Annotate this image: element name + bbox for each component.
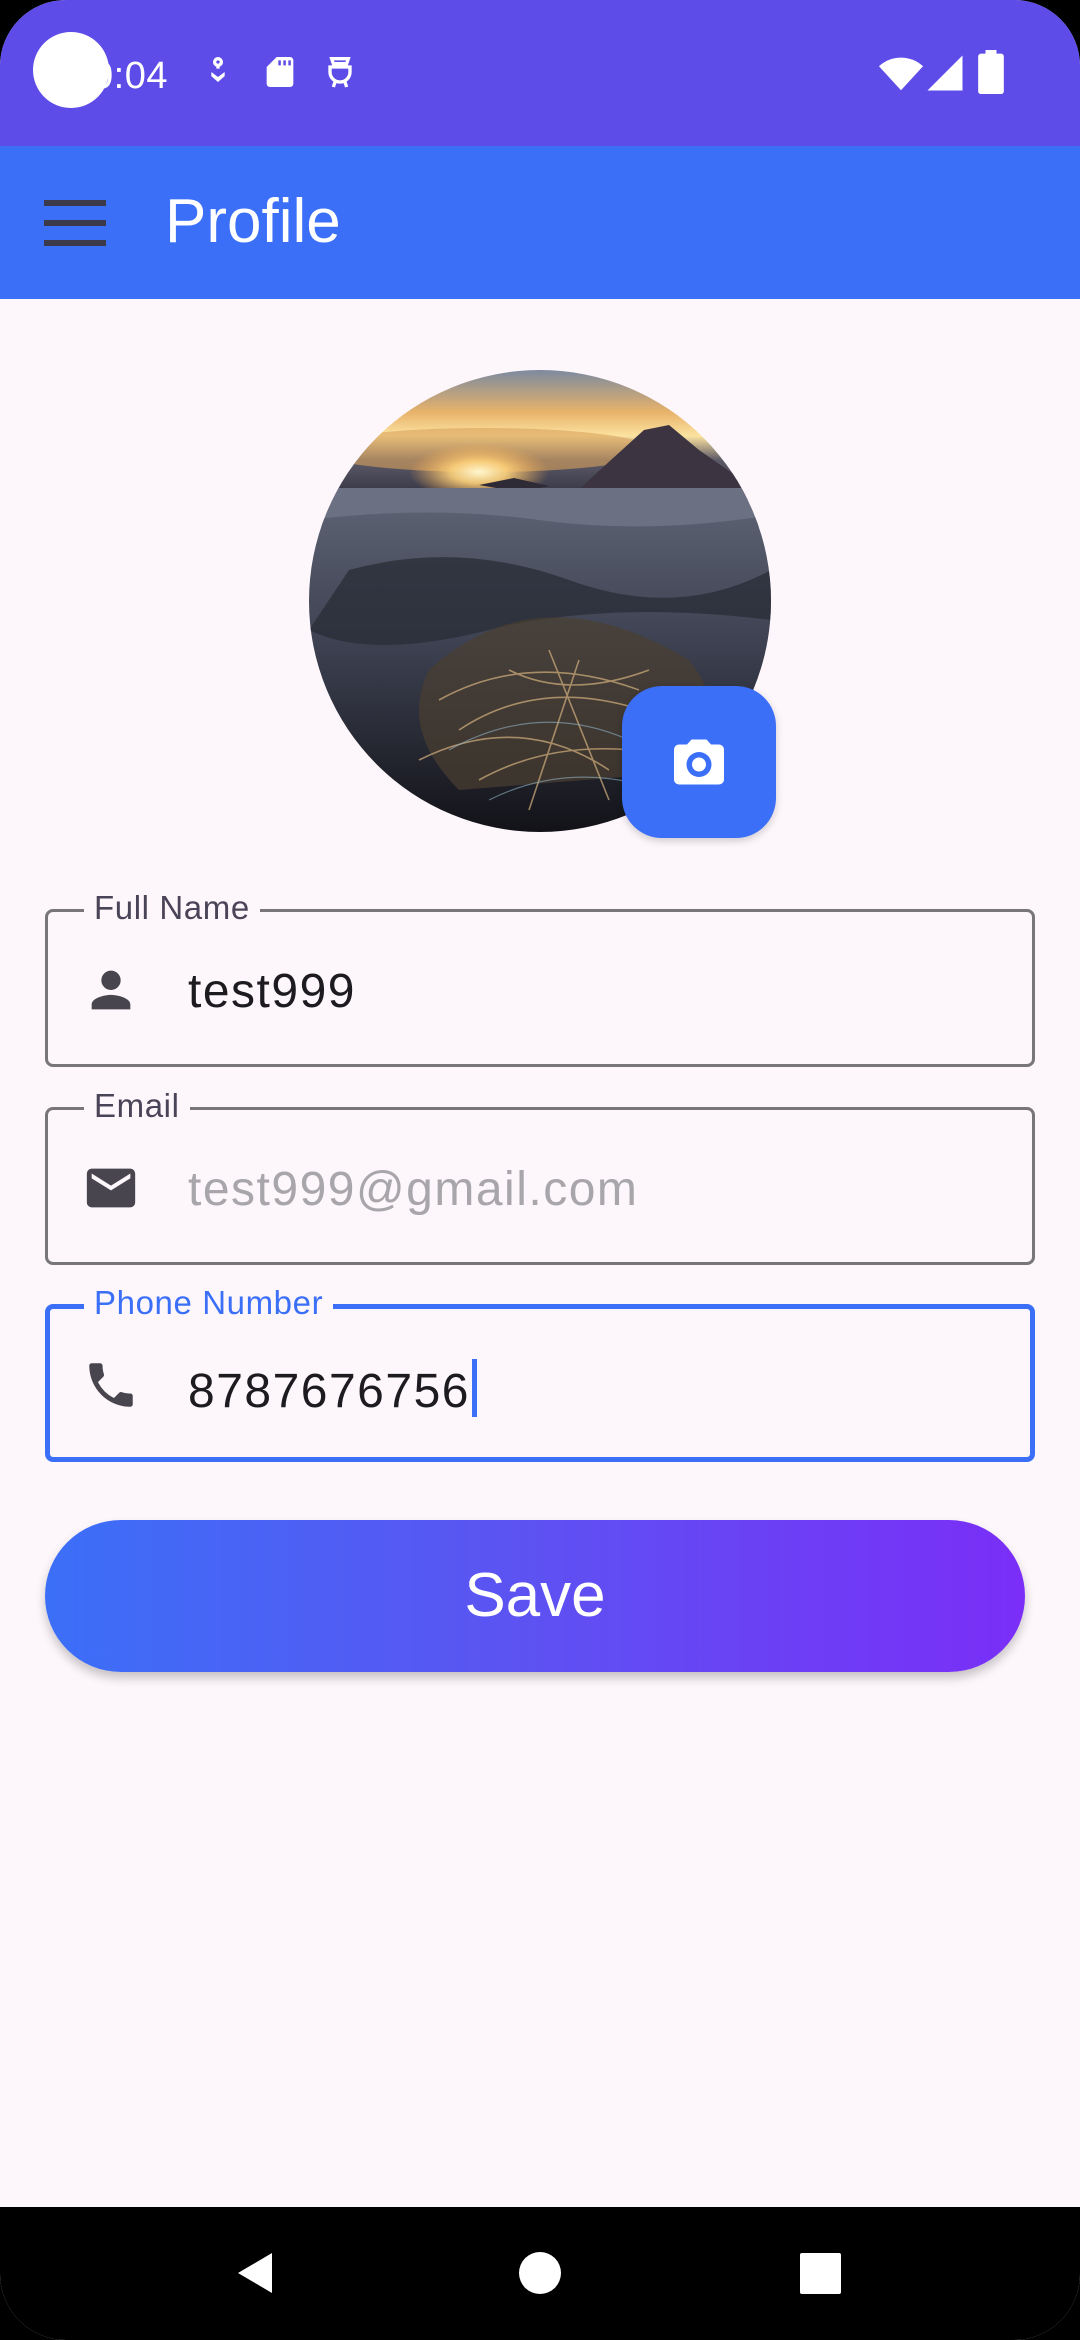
phone-number-input[interactable]: 8787676756 bbox=[188, 1359, 477, 1420]
wifi-icon bbox=[878, 50, 924, 96]
device-screen: 0:04 Profile Full Name test999 Email tes… bbox=[0, 0, 1080, 2340]
recents-button[interactable] bbox=[760, 2207, 880, 2340]
phone-number-field[interactable]: Phone Number 8787676756 bbox=[45, 1283, 1035, 1462]
email-icon bbox=[82, 1159, 140, 1217]
page-title: Profile bbox=[165, 187, 341, 256]
email-label: Email bbox=[84, 1086, 190, 1126]
navigation-bar bbox=[0, 2207, 1080, 2340]
lunch-icon bbox=[320, 52, 360, 92]
back-icon bbox=[238, 2253, 272, 2293]
full-name-label: Full Name bbox=[84, 888, 260, 928]
menu-button[interactable] bbox=[36, 188, 116, 258]
person-icon bbox=[82, 961, 140, 1019]
battery-icon bbox=[976, 50, 1006, 94]
full-name-input[interactable]: test999 bbox=[188, 964, 356, 1020]
phone-number-label: Phone Number bbox=[84, 1283, 334, 1323]
front-camera-cutout bbox=[33, 32, 109, 108]
phone-number-value: 8787676756 bbox=[188, 1365, 470, 1418]
cellular-signal-icon bbox=[924, 52, 966, 94]
email-input[interactable]: test999@gmail.com bbox=[188, 1162, 638, 1218]
status-bar: 0:04 bbox=[0, 0, 1080, 146]
save-button[interactable]: Save bbox=[45, 1520, 1025, 1672]
change-photo-button[interactable] bbox=[622, 686, 776, 838]
phone-icon bbox=[82, 1356, 140, 1414]
camera-icon bbox=[674, 739, 724, 785]
home-button[interactable] bbox=[480, 2207, 600, 2340]
notification-icon bbox=[198, 52, 238, 92]
home-icon bbox=[519, 2252, 561, 2294]
app-bar: Profile bbox=[0, 146, 1080, 299]
back-button[interactable] bbox=[196, 2207, 316, 2340]
recents-icon bbox=[800, 2253, 841, 2294]
full-name-field[interactable]: Full Name test999 bbox=[45, 888, 1035, 1067]
menu-icon bbox=[44, 200, 106, 246]
text-cursor bbox=[471, 1359, 477, 1417]
email-field[interactable]: Email test999@gmail.com bbox=[45, 1086, 1035, 1265]
sd-card-icon bbox=[260, 52, 300, 92]
